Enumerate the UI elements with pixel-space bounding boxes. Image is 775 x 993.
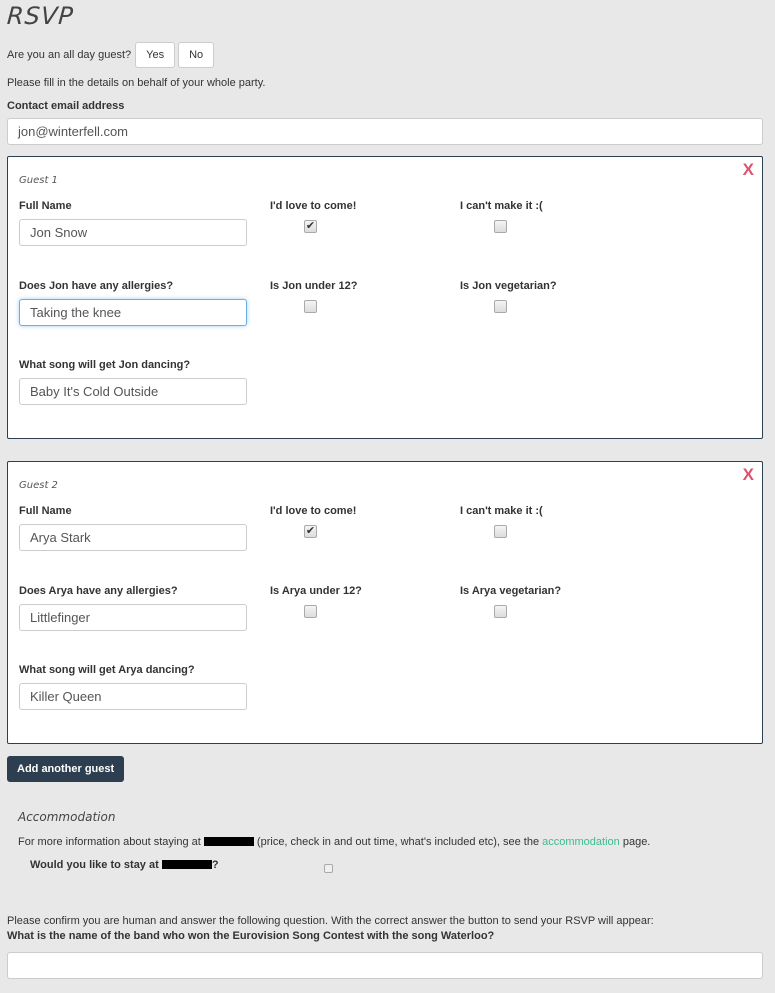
all-day-no-button[interactable]: No xyxy=(178,42,215,68)
full-name-label: Full Name xyxy=(19,505,72,517)
guest-card: X Guest 1 Full Name Jon Snow I'd love to… xyxy=(7,156,763,439)
cant-make-it-checkbox[interactable] xyxy=(494,220,507,233)
allergies-field: Does Jon have any allergies? Taking the … xyxy=(19,280,247,326)
vegetarian-checkbox[interactable] xyxy=(494,300,507,313)
under12-label: Is Arya under 12? xyxy=(270,585,362,597)
under12-field: Is Arya under 12? xyxy=(270,585,362,621)
accommodation-link[interactable]: accommodation xyxy=(542,836,620,848)
love-to-come-checkbox[interactable]: ✔ xyxy=(304,220,317,233)
love-to-come-label: I'd love to come! xyxy=(270,200,357,212)
under12-label: Is Jon under 12? xyxy=(270,280,358,292)
remove-guest-close-icon[interactable]: X xyxy=(743,160,754,180)
stay-question-after: ? xyxy=(211,859,219,871)
email-label: Contact email address xyxy=(7,100,125,112)
stay-checkbox[interactable] xyxy=(324,864,333,873)
allergies-label: Does Arya have any allergies? xyxy=(19,585,178,597)
human-check-answer-input[interactable] xyxy=(7,952,763,979)
vegetarian-label: Is Jon vegetarian? xyxy=(460,280,557,292)
cant-make-it-checkbox[interactable] xyxy=(494,525,507,538)
email-input[interactable]: jon@winterfell.com xyxy=(7,118,763,145)
song-field: What song will get Arya dancing? Killer … xyxy=(19,664,247,710)
allergies-label: Does Jon have any allergies? xyxy=(19,280,174,292)
song-label: What song will get Jon dancing? xyxy=(19,359,191,371)
full-name-field: Full Name Jon Snow xyxy=(19,200,247,246)
cant-make-it-label: I can't make it :( xyxy=(460,505,543,517)
stay-question: Would you like to stay at ? xyxy=(30,859,219,871)
checkmark-icon: ✔ xyxy=(305,220,316,232)
under12-checkbox[interactable] xyxy=(304,300,317,313)
allergies-input[interactable]: Taking the knee xyxy=(19,299,247,326)
vegetarian-label: Is Arya vegetarian? xyxy=(460,585,562,597)
love-to-come-field: I'd love to come! ✔ xyxy=(270,200,356,233)
under12-field: Is Jon under 12? xyxy=(270,280,357,316)
intro-text: Please fill in the details on behalf of … xyxy=(7,77,266,89)
love-to-come-field: I'd love to come! ✔ xyxy=(270,505,356,538)
song-field: What song will get Jon dancing? Baby It'… xyxy=(19,359,247,405)
love-to-come-checkbox[interactable]: ✔ xyxy=(304,525,317,538)
all-day-yes-button[interactable]: Yes xyxy=(135,42,176,68)
human-check-question: What is the name of the band who won the… xyxy=(7,930,495,942)
allergies-input[interactable]: Littlefinger xyxy=(19,604,247,631)
song-input[interactable]: Killer Queen xyxy=(19,683,247,710)
full-name-input[interactable]: Jon Snow xyxy=(19,219,247,246)
guest-card: X Guest 2 Full Name Arya Stark I'd love … xyxy=(7,461,763,744)
cant-make-it-field: I can't make it :( xyxy=(460,200,543,236)
cant-make-it-label: I can't make it :( xyxy=(460,200,543,212)
remove-guest-close-icon[interactable]: X xyxy=(743,465,754,485)
song-label: What song will get Arya dancing? xyxy=(19,664,195,676)
vegetarian-field: Is Arya vegetarian? xyxy=(460,585,561,621)
full-name-input[interactable]: Arya Stark xyxy=(19,524,247,551)
guest-title: Guest 2 xyxy=(19,480,58,491)
accommodation-info-before: For more information about staying at xyxy=(18,836,204,848)
vegetarian-field: Is Jon vegetarian? xyxy=(460,280,557,316)
full-name-field: Full Name Arya Stark xyxy=(19,505,247,551)
cant-make-it-field: I can't make it :( xyxy=(460,505,543,541)
human-check-instruction: Please confirm you are human and answer … xyxy=(7,915,654,927)
under12-checkbox[interactable] xyxy=(304,605,317,618)
guest-title: Guest 1 xyxy=(19,175,58,186)
vegetarian-checkbox[interactable] xyxy=(494,605,507,618)
redacted-venue-name xyxy=(203,837,254,846)
all-day-question-row: Are you an all day guest? Yes No xyxy=(7,42,215,68)
stay-question-before: Would you like to stay at xyxy=(30,859,162,871)
accommodation-title: Accommodation xyxy=(18,810,116,824)
love-to-come-label: I'd love to come! xyxy=(270,505,357,517)
full-name-label: Full Name xyxy=(19,200,72,212)
redacted-venue-name xyxy=(161,860,212,869)
accommodation-info-after: page. xyxy=(619,836,651,848)
accommodation-info-middle: (price, check in and out time, what's in… xyxy=(253,836,543,848)
page-title: RSVP xyxy=(6,2,75,30)
song-input[interactable]: Baby It's Cold Outside xyxy=(19,378,247,405)
all-day-question: Are you an all day guest? xyxy=(7,49,132,61)
allergies-field: Does Arya have any allergies? Littlefing… xyxy=(19,585,247,631)
add-guest-button[interactable]: Add another guest xyxy=(7,756,125,782)
checkmark-icon: ✔ xyxy=(305,525,316,537)
accommodation-info: For more information about staying at (p… xyxy=(18,836,650,848)
